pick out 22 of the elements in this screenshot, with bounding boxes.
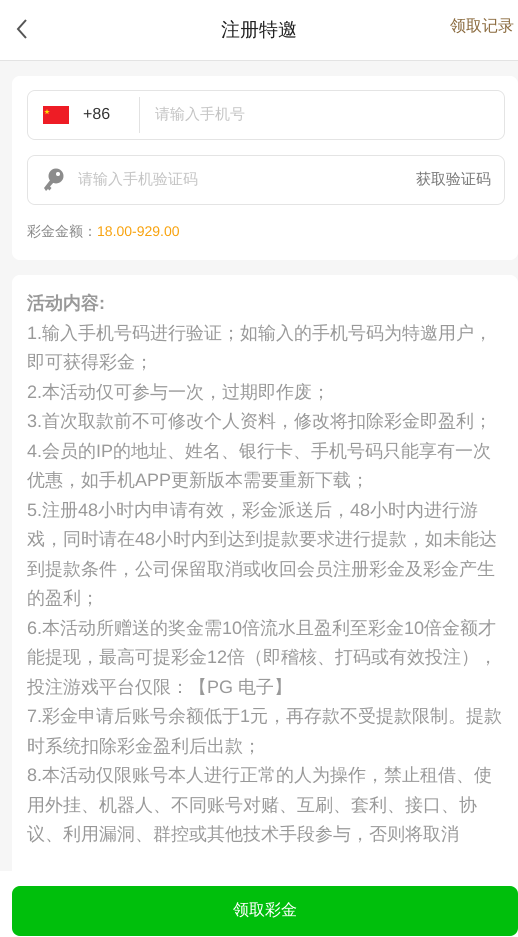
code-field[interactable]: 请输入手机验证码 获取验证码 [27,155,505,205]
key-icon [42,168,64,192]
rule-text: 3.首次取款前不可修改个人资料，修改将扣除彩金即盈利； [27,410,494,433]
rule-text: 7.彩金申请后账号余额低于1元，再存款不受提款限制。提款时系统扣除彩金盈利后出款； [27,705,504,758]
amount-value: 18.00-929.00 [97,222,180,241]
phone-input[interactable]: 请输入手机号 [155,104,504,126]
rules-heading: 活动内容: [27,292,106,315]
rule-text: 1.输入手机号码进行验证；如输入的手机号码为特邀用户，即可获得彩金； [27,322,494,374]
rule-text: 2.本活动仅可参与一次，过期即作废； [27,380,332,404]
amount-label: 彩金金额： [27,222,97,241]
page-title: 注册特邀 [221,20,297,40]
code-input[interactable]: 请输入手机验证码 [78,168,416,192]
rule-text: 6.本活动所赠送的奖金需10倍流水且盈利至彩金10倍金额才能提现，最高可提彩金12倍（即稽核、打码或有效投注），投注游戏平台仅限：【PG 电子】 [27,616,498,698]
phone-field[interactable]: +86 请输入手机号 [27,90,505,140]
back-icon [16,19,28,39]
china-flag-icon [43,106,69,124]
claim-history-link[interactable]: 领取记录 [450,19,514,35]
rule-text: 4.会员的IP的地址、姓名、银行卡、手机号码只能享有一次优惠，如手机APP更新版本需要重新下载； [27,440,492,492]
rule-text: 5.注册48小时内申请有效，彩金派送后，48小时内进行游戏，同时请在48小时内到达到提款要求进行提款，如未能达到提款条件，公司保留取消或收回会员注册彩金及彩金产生的盈利； [27,498,498,610]
get-code-button[interactable]: 获取验证码 [416,168,491,192]
rule-text: 8.本活动仅限账号本人进行正常的人为操作，禁止租借、使用外挂、机器人、不同账号对赌、互刷、套利、接口、协议、利用漏洞、群控或其他技术手段参与，否则将取消 [27,764,494,846]
country-code[interactable]: +86 [83,103,139,127]
